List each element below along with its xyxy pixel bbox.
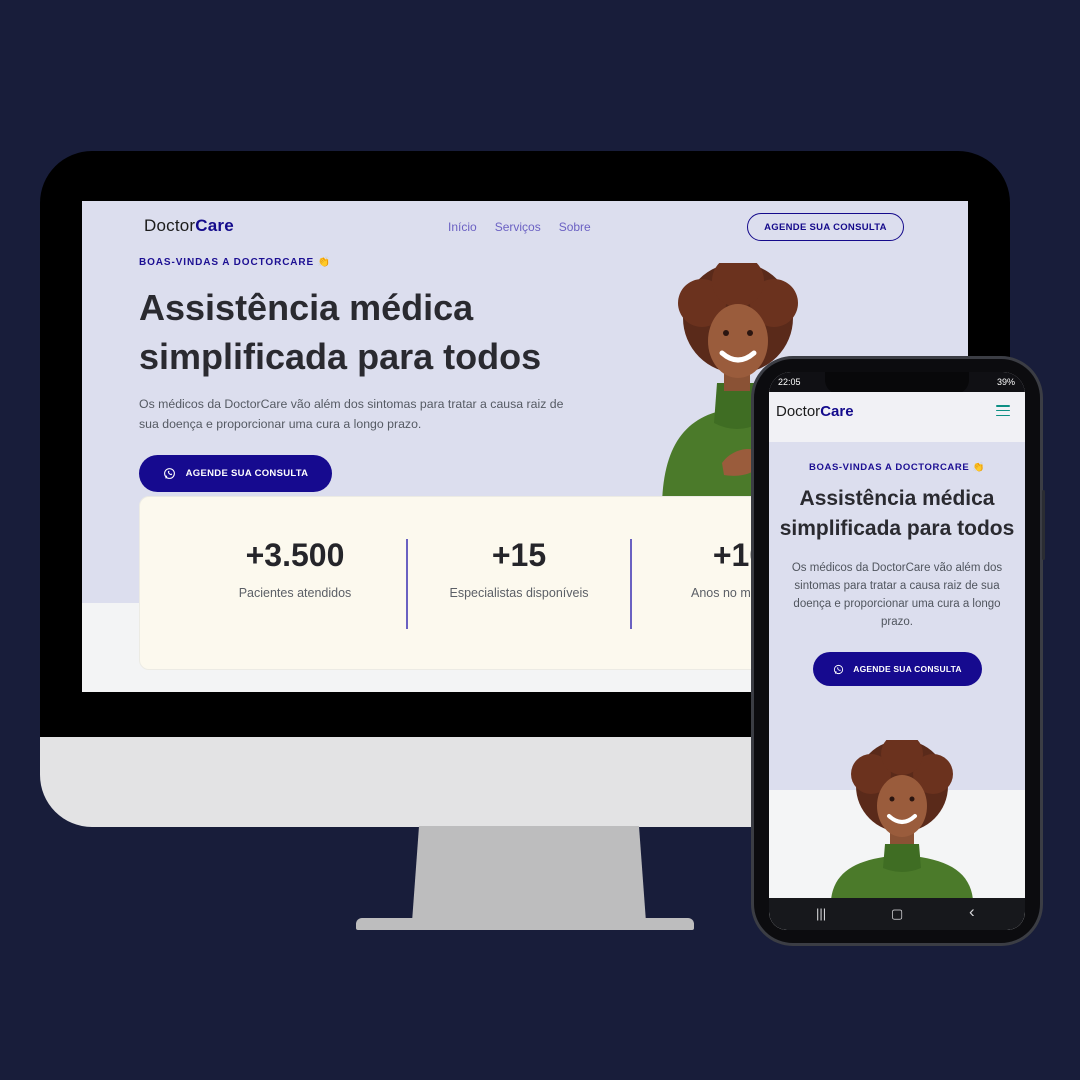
logo-prefix: Doctor [776,403,821,420]
logo[interactable]: DoctorCare [144,216,234,236]
main-nav: Início Serviços Sobre [448,220,591,234]
stat-divider [406,539,408,629]
phone-side-button [1042,490,1045,560]
camera-notch [825,372,969,394]
hero-title: Assistência médica simplificada para tod… [139,287,542,377]
mobile-screen: 22:05 39% DoctorCare BOAS-VINDAS A DOCTO… [769,372,1025,930]
mobile-welcome-tagline: BOAS-VINDAS A DOCTORCARE 👏 [809,462,985,473]
welcome-tagline: BOAS-VINDAS A DOCTORCARE 👏 [139,257,332,268]
logo-suffix: Care [820,403,854,420]
stat-value: +3.500 [245,537,345,573]
status-battery: 39% [996,377,1015,387]
whatsapp-icon [834,664,844,674]
android-nav-bar: ||| ▢ ‹ [769,898,1025,930]
stat-label: Pacientes atendidos [238,586,352,600]
logo-suffix: Care [195,216,234,235]
mobile-schedule-button[interactable]: AGENDE SUA CONSULTA [813,652,982,686]
stat-patients: +3.500 Pacientes atendidos [185,537,405,600]
recents-button[interactable]: ||| [816,906,826,921]
mobile-hero-description: Os médicos da DoctorCare vão além dos si… [791,562,1003,628]
back-button[interactable]: ‹ [969,902,975,922]
stats-card: +3.500 Pacientes atendidos +15 Especiali… [139,496,839,670]
nav-link-sobre[interactable]: Sobre [559,220,591,234]
hero-description: Os médicos da DoctorCare vão além dos si… [139,397,564,431]
menu-icon[interactable] [996,405,1010,417]
mobile-schedule-label: AGENDE SUA CONSULTA [853,664,962,674]
monitor-stand [412,826,646,922]
mobile-doctor-portrait-image [831,740,973,900]
stat-specialists: +15 Especialistas disponíveis [409,537,629,600]
logo-prefix: Doctor [144,216,196,235]
nav-link-inicio[interactable]: Início [448,220,477,234]
stat-label: Especialistas disponíveis [449,586,589,600]
mobile-hero-title: Assistência médica simplificada para tod… [779,487,1015,540]
header-schedule-button[interactable]: AGENDE SUA CONSULTA [747,213,904,241]
home-button[interactable]: ▢ [891,906,903,922]
stat-value: +15 [491,537,547,573]
mobile-logo[interactable]: DoctorCare [776,403,854,420]
nav-link-servicos[interactable]: Serviços [495,220,541,234]
status-time: 22:05 [778,377,801,387]
whatsapp-icon [163,468,175,479]
hero-schedule-button[interactable]: AGENDE SUA CONSULTA [139,455,332,492]
hero-schedule-label: AGENDE SUA CONSULTA [185,468,309,479]
monitor-stand-base [356,918,694,930]
